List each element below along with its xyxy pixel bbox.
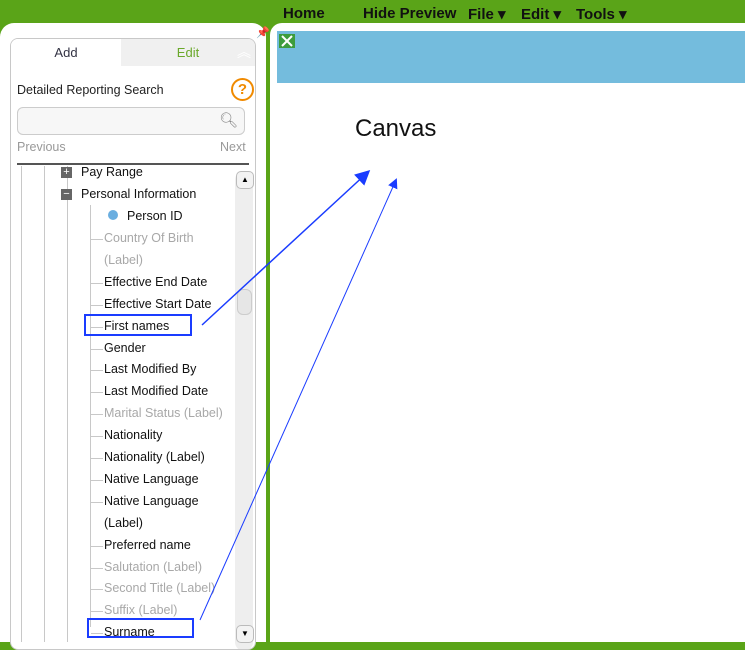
arrow-first-names [201, 169, 371, 326]
annotation-arrows [199, 169, 398, 621]
arrow-surname [199, 178, 398, 621]
